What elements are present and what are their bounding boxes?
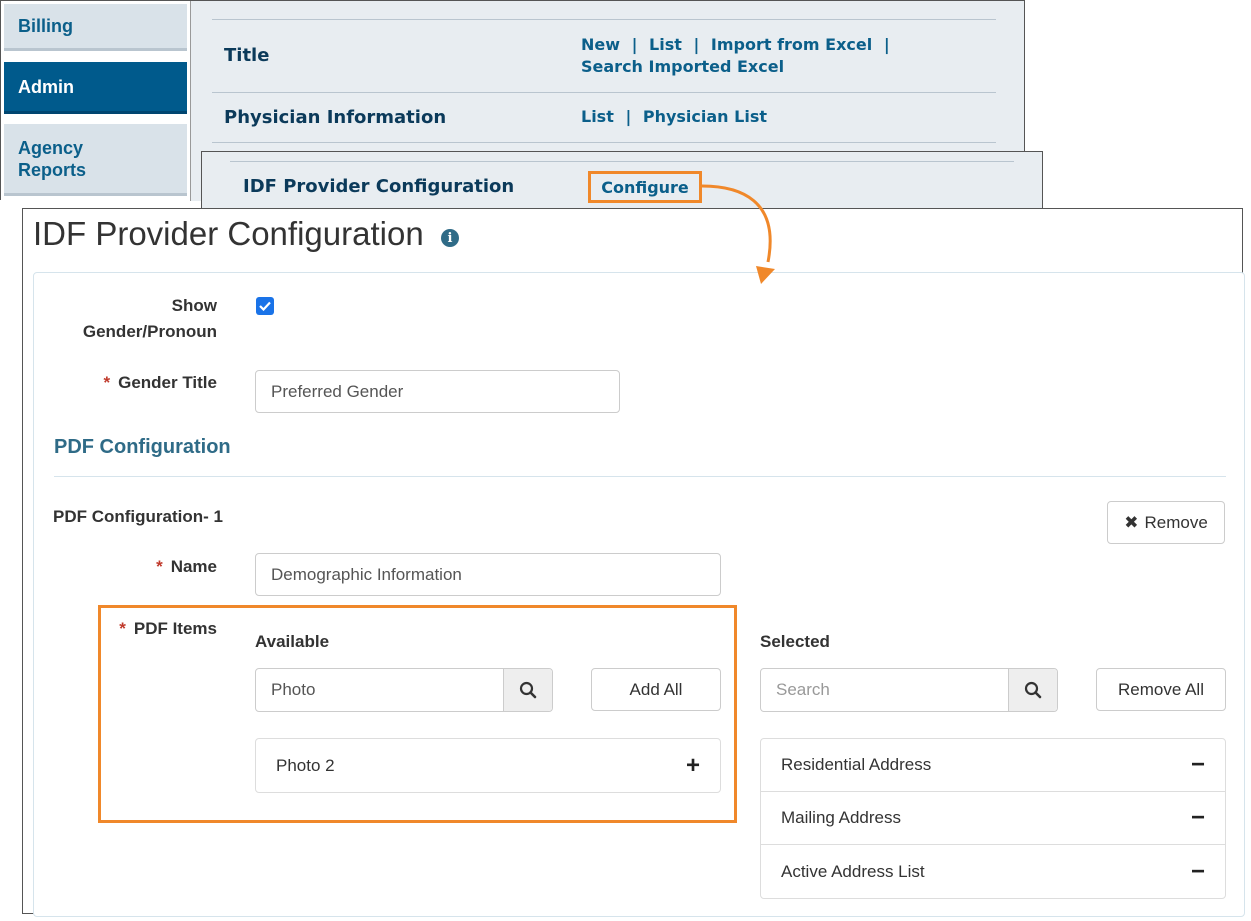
name-input[interactable]: Demographic Information bbox=[255, 553, 721, 596]
selected-search: Search bbox=[760, 668, 1058, 712]
link-separator: | bbox=[625, 107, 632, 126]
page-title: IDF Provider Configuration bbox=[33, 215, 424, 252]
list-item[interactable]: Mailing Address − bbox=[761, 792, 1225, 845]
list-item-label: Residential Address bbox=[781, 755, 932, 774]
menu-row-label: Title bbox=[224, 45, 270, 66]
callout-arrow-icon bbox=[701, 184, 775, 284]
list-item-label: Photo 2 bbox=[276, 755, 335, 775]
menu-row-title: Title New | List | Import from Excel | S… bbox=[212, 19, 996, 92]
minus-icon[interactable]: − bbox=[1191, 804, 1205, 832]
available-search-input[interactable]: Photo bbox=[256, 669, 503, 711]
link-separator: | bbox=[883, 35, 890, 54]
available-search-button[interactable] bbox=[503, 669, 552, 711]
idf-provider-configuration-page: IDF Provider Configuration i Show Gender… bbox=[22, 208, 1245, 917]
side-nav-item-billing[interactable]: Billing bbox=[4, 4, 187, 51]
selected-search-button[interactable] bbox=[1008, 669, 1057, 711]
list-item[interactable]: Residential Address − bbox=[761, 739, 1225, 792]
menu-row-label: Physician Information bbox=[224, 107, 447, 128]
show-gender-checkbox[interactable] bbox=[256, 297, 274, 315]
pdf-configuration-heading: PDF Configuration bbox=[54, 436, 231, 458]
link-list[interactable]: List bbox=[649, 35, 682, 54]
add-all-button[interactable]: Add All bbox=[591, 668, 721, 711]
gender-title-input[interactable]: Preferred Gender bbox=[255, 370, 620, 413]
gender-title-label-text: Gender Title bbox=[118, 373, 217, 392]
available-search: Photo bbox=[255, 668, 553, 712]
menu-row-idf-provider-configuration: IDF Provider Configuration Configure bbox=[201, 151, 1043, 209]
name-label: * Name bbox=[54, 554, 217, 580]
configuration-card: Show Gender/Pronoun * Gender Title Prefer… bbox=[33, 272, 1245, 917]
required-asterisk: * bbox=[156, 557, 163, 576]
minus-icon[interactable]: − bbox=[1191, 858, 1205, 886]
menu-row-physician-information: Physician Information List | Physician L… bbox=[212, 92, 996, 142]
list-item-label: Active Address List bbox=[781, 861, 925, 881]
side-nav-item-label: Admin bbox=[18, 76, 74, 97]
close-icon: ✖ bbox=[1124, 512, 1139, 532]
available-items-list: Photo 2 + bbox=[255, 738, 721, 793]
link-physician-list[interactable]: Physician List bbox=[643, 107, 767, 126]
minus-icon[interactable]: − bbox=[1191, 751, 1205, 779]
side-nav-item-admin[interactable]: Admin bbox=[4, 62, 187, 114]
side-nav: Billing Admin Agency Reports bbox=[1, 1, 190, 201]
search-icon bbox=[1024, 681, 1042, 699]
link-search-imported-excel[interactable]: Search Imported Excel bbox=[581, 57, 784, 76]
selected-search-input[interactable]: Search bbox=[761, 669, 1008, 711]
selected-heading: Selected bbox=[760, 632, 830, 651]
show-gender-label: Show Gender/Pronoun bbox=[82, 296, 217, 341]
link-import-from-excel[interactable]: Import from Excel bbox=[711, 35, 872, 54]
menu-divider bbox=[230, 161, 1014, 162]
side-nav-item-label: Billing bbox=[18, 16, 73, 36]
selected-items-list: Residential Address − Mailing Address − … bbox=[760, 738, 1226, 899]
pdf-items-label-text: PDF Items bbox=[133, 619, 217, 638]
link-separator: | bbox=[631, 35, 638, 54]
available-heading: Available bbox=[255, 632, 330, 651]
remove-button-label: Remove bbox=[1144, 512, 1208, 532]
gender-title-label: * Gender Title bbox=[54, 370, 217, 396]
list-item-label: Mailing Address bbox=[781, 808, 902, 827]
remove-all-button[interactable]: Remove All bbox=[1096, 668, 1226, 711]
menu-row-links: List | Physician List bbox=[581, 106, 881, 128]
link-new[interactable]: New bbox=[581, 35, 620, 54]
section-divider bbox=[54, 476, 1226, 477]
menu-row-label: IDF Provider Configuration bbox=[243, 176, 515, 197]
required-asterisk: * bbox=[119, 619, 126, 638]
link-list[interactable]: List bbox=[581, 107, 614, 126]
link-separator: | bbox=[693, 35, 700, 54]
checkmark-icon bbox=[259, 301, 271, 311]
pdf-items-label: * PDF Items bbox=[54, 616, 217, 642]
name-label-text: Name bbox=[170, 557, 217, 576]
side-nav-item-label: Agency Reports bbox=[18, 137, 87, 180]
remove-button[interactable]: ✖ Remove bbox=[1107, 501, 1225, 544]
menu-row-links: New | List | Import from Excel | Search … bbox=[581, 34, 901, 78]
list-item[interactable]: Photo 2 + bbox=[256, 739, 720, 792]
plus-icon[interactable]: + bbox=[686, 752, 700, 780]
side-nav-item-agency-reports[interactable]: Agency Reports bbox=[4, 124, 187, 196]
menu-row-divider bbox=[212, 142, 996, 143]
list-item[interactable]: Active Address List − bbox=[761, 845, 1225, 898]
pdf-configuration-item-title: PDF Configuration- 1 bbox=[53, 507, 223, 526]
required-asterisk: * bbox=[103, 373, 111, 392]
info-circle-icon[interactable]: i bbox=[441, 229, 459, 247]
search-icon bbox=[519, 681, 537, 699]
